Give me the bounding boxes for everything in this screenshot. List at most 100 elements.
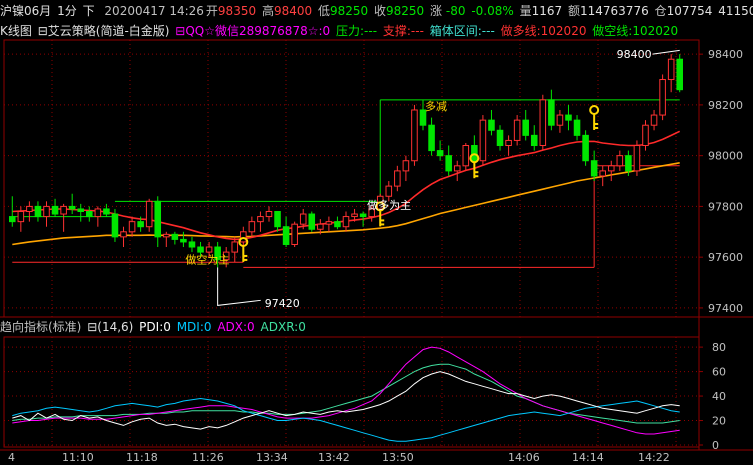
candle-body <box>317 223 324 230</box>
candle-body <box>616 155 624 167</box>
mdi-line <box>12 397 680 442</box>
candle-body <box>411 109 418 162</box>
candle-body <box>436 150 444 157</box>
candle-body <box>308 213 316 230</box>
candle-body <box>43 205 50 218</box>
candle-body <box>77 208 85 212</box>
time-tick: 11:26 <box>192 451 224 464</box>
candle-body <box>291 223 298 245</box>
candle-body <box>556 114 564 126</box>
candle-body <box>659 79 666 116</box>
indicator-tick: 0 <box>712 439 719 452</box>
time-tick: 14:06 <box>508 451 540 464</box>
candle-body <box>257 216 264 223</box>
time-tick: 13:42 <box>318 451 350 464</box>
candle-body <box>197 246 204 253</box>
candle-body <box>642 124 649 147</box>
adxr-line <box>12 363 680 424</box>
candle-body <box>590 160 598 177</box>
indicator-tick: 60 <box>712 366 726 379</box>
candle-body <box>394 170 401 187</box>
candle-body <box>445 155 452 172</box>
low-price-label: 97420 <box>265 297 300 310</box>
candle-body <box>505 139 512 147</box>
candle-body <box>565 114 572 121</box>
candle-body <box>154 200 162 238</box>
time-tick: 13:34 <box>256 451 288 464</box>
candle-body <box>625 155 632 172</box>
grid-lines <box>4 40 699 447</box>
candle-body <box>171 233 179 240</box>
candle-body <box>17 210 25 223</box>
chart-canvas[interactable]: 98400 97420 做空为主 做多为主 多减 98400 98200 98000 9780… <box>0 0 753 465</box>
candle-body <box>385 185 393 197</box>
time-axis: 4 11:10 11:18 11:26 13:34 13:42 13:50 14:06 14:1… <box>8 451 670 464</box>
indicator-frame <box>3 336 700 448</box>
candle-body <box>26 205 33 212</box>
candle-body <box>496 129 504 147</box>
candle-body <box>650 114 658 126</box>
candle-body <box>137 221 144 228</box>
key-icon <box>589 104 600 115</box>
dmi-lines <box>12 346 680 442</box>
candle-body <box>359 213 367 218</box>
low-price-leader <box>217 267 261 306</box>
candle-body <box>8 216 16 223</box>
candle-body <box>231 241 239 253</box>
candle-body <box>488 119 495 131</box>
indicator-tick: 80 <box>712 341 726 354</box>
candle-body <box>599 170 606 177</box>
candle-body <box>51 205 59 215</box>
annotations: 98400 97420 做空为主 做多为主 多减 <box>185 48 680 310</box>
price-tick: 98400 <box>708 48 743 61</box>
candle-body <box>68 205 76 210</box>
candle-body <box>676 58 684 91</box>
indicator-axis: 80 60 40 20 0 <box>699 341 726 452</box>
candle-body <box>163 233 170 238</box>
candle-body <box>607 165 615 172</box>
short-main-label: 做空为主 <box>185 253 229 267</box>
candle-body <box>513 119 521 141</box>
candle-body <box>479 119 487 162</box>
candle-body <box>522 119 529 136</box>
price-axis: 98400 98200 98000 97800 97600 97400 <box>699 48 743 315</box>
candle-body <box>539 99 547 147</box>
candle-body <box>325 221 333 225</box>
price-tick: 97800 <box>708 200 743 213</box>
candle-body <box>633 145 641 172</box>
candle-body <box>188 241 196 248</box>
price-tick: 98200 <box>708 99 743 112</box>
candle-body <box>299 213 307 225</box>
candle-body <box>120 231 127 238</box>
candle-body <box>94 208 102 218</box>
candle-body <box>86 210 93 218</box>
candle-body <box>582 134 589 162</box>
indicator-tick: 40 <box>712 390 726 403</box>
candle-body <box>145 200 153 228</box>
time-tick: 13:50 <box>382 451 414 464</box>
candle-body <box>402 160 410 172</box>
candle-body <box>180 238 187 243</box>
candle-body <box>573 119 581 136</box>
price-tick: 97400 <box>708 302 743 315</box>
candle-body <box>128 221 136 233</box>
time-tick: 14:14 <box>572 451 604 464</box>
candle-body <box>530 134 538 147</box>
long-reduce-label: 多减 <box>425 99 447 113</box>
candle-body <box>471 145 478 162</box>
candle-body <box>351 213 358 218</box>
candle-body <box>103 208 110 215</box>
candle-body <box>667 58 675 81</box>
time-tick: 11:18 <box>126 451 158 464</box>
price-tick: 98000 <box>708 150 743 163</box>
candle-body <box>274 210 281 228</box>
time-tick: 4 <box>8 451 15 464</box>
candle-body <box>428 124 435 152</box>
time-tick: 11:10 <box>62 451 94 464</box>
candle-body <box>462 145 470 167</box>
candle-body <box>60 205 67 215</box>
candle-body <box>205 246 213 253</box>
time-tick: 14:22 <box>638 451 670 464</box>
candle-body <box>453 165 461 172</box>
candle-body <box>342 216 350 228</box>
